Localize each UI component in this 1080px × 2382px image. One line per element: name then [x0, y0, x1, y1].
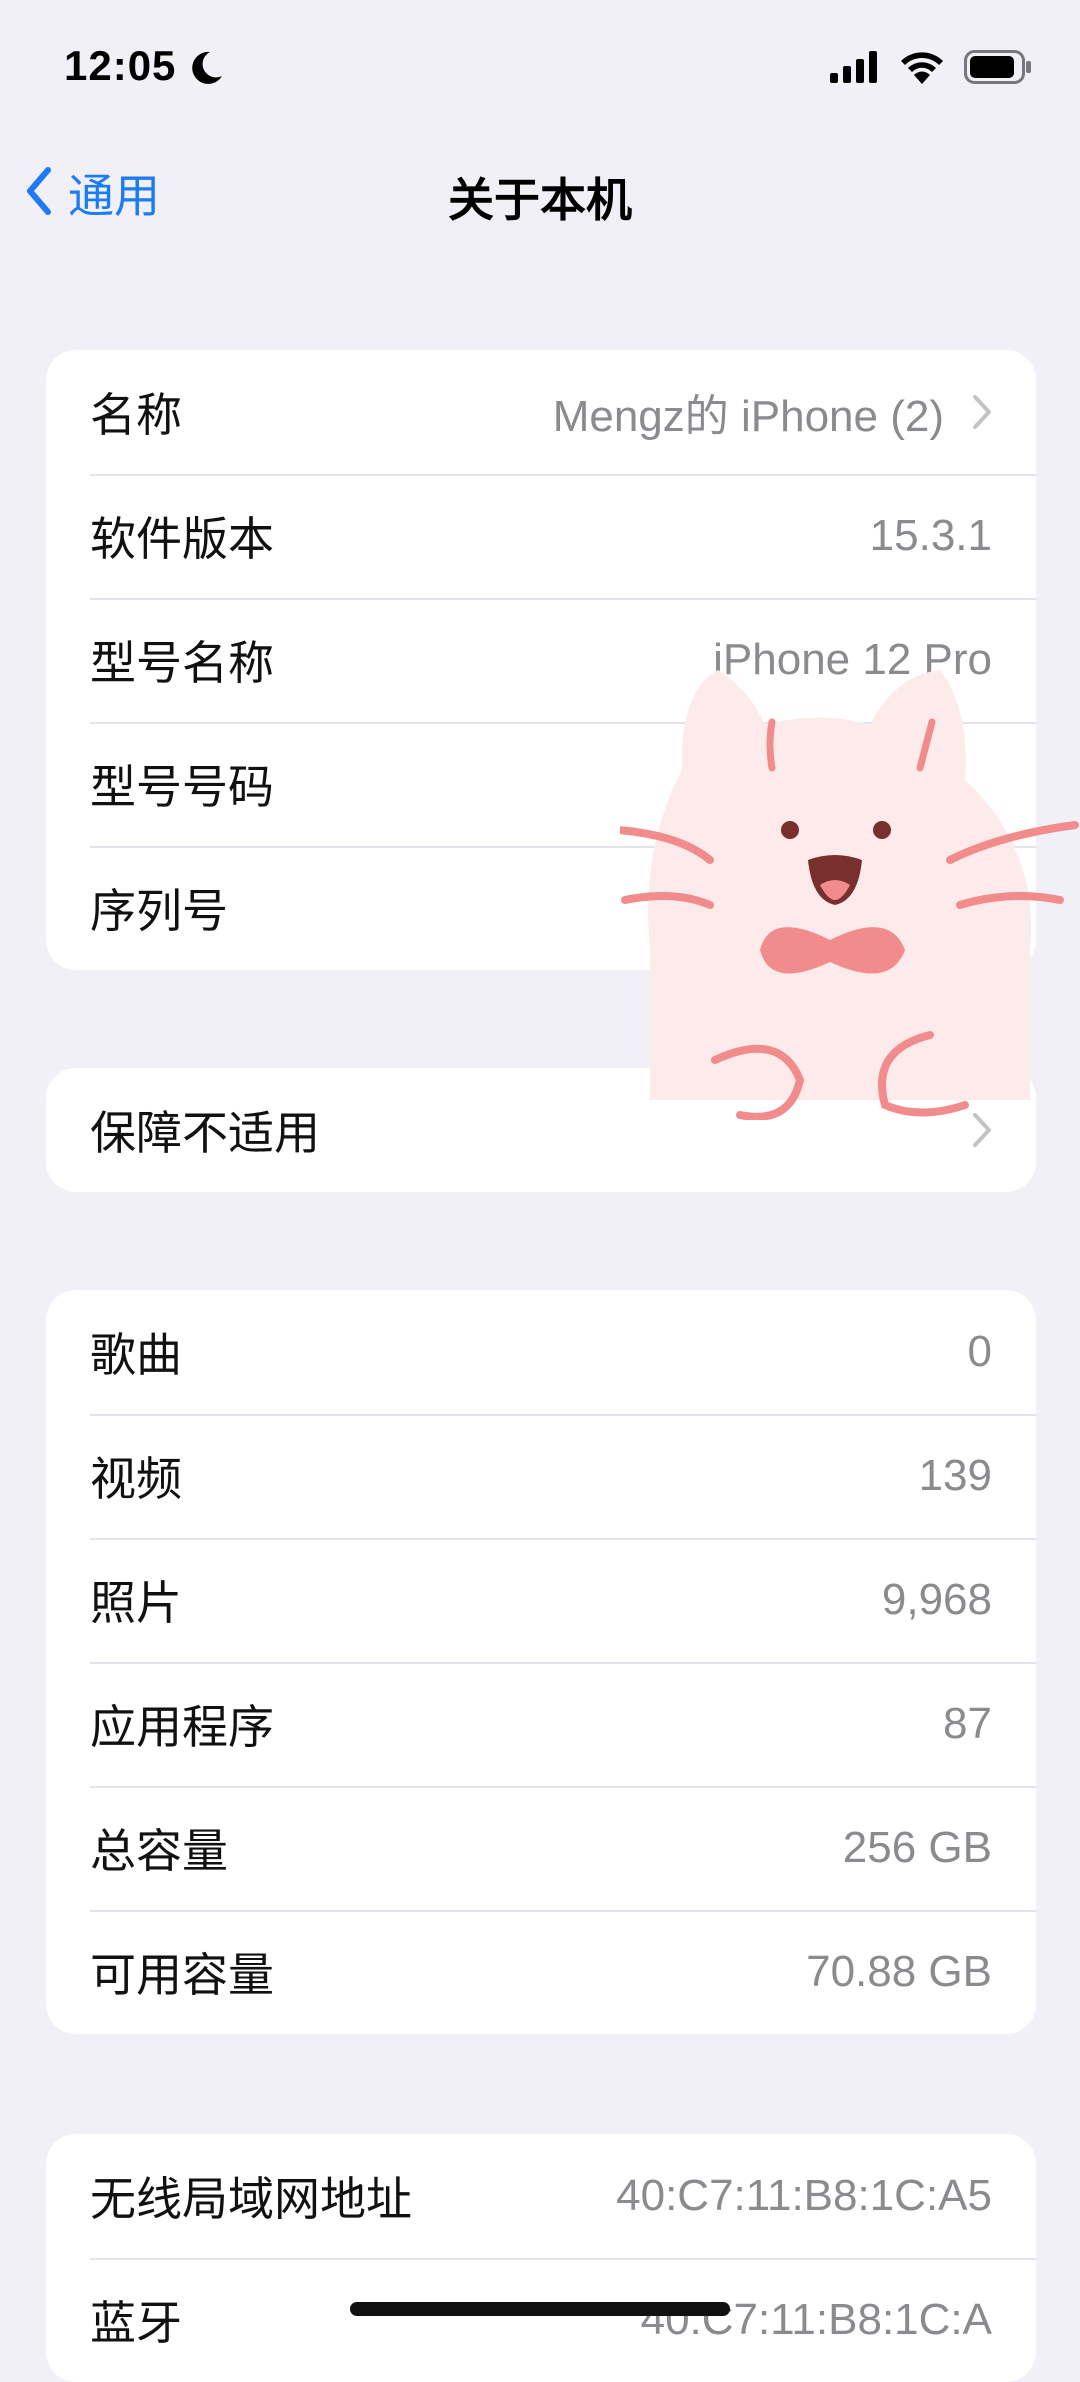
- row-label: 蓝牙: [90, 2297, 182, 2349]
- row-label: 总容量: [90, 1825, 228, 1877]
- row-label: 软件版本: [90, 513, 274, 565]
- videos-value: 139: [918, 1451, 992, 1500]
- row-label: 名称: [90, 389, 182, 441]
- wifi-address-value: 40:C7:11:B8:1C:A5: [616, 2171, 992, 2220]
- songs-value: 0: [967, 1327, 992, 1376]
- capacity-value: 256 GB: [842, 1823, 992, 1872]
- row-label: 型号名称: [90, 637, 274, 689]
- wifi-icon: [900, 50, 944, 89]
- row-photos: 照片 9,968: [46, 1538, 1036, 1662]
- row-label: 无线局域网地址: [90, 2173, 412, 2225]
- chevron-right-icon: [972, 394, 992, 435]
- row-songs: 歌曲 0: [46, 1290, 1036, 1414]
- row-label: 型号号码: [90, 761, 274, 813]
- row-label: 可用容量: [90, 1949, 274, 2001]
- row-videos: 视频 139: [46, 1414, 1036, 1538]
- software-version-value: 15.3.1: [869, 511, 992, 560]
- row-label: 歌曲: [90, 1329, 182, 1381]
- media-storage-group: 歌曲 0 视频 139 照片 9,968 应用程序 87 总容量 256 GB …: [46, 1290, 1036, 2034]
- row-capacity: 总容量 256 GB: [46, 1786, 1036, 1910]
- device-name-value: Mengz的 iPhone (2): [552, 392, 944, 441]
- cat-sticker-icon: [614, 650, 1080, 1121]
- page-title: 关于本机: [448, 174, 632, 226]
- row-wifi-address: 无线局域网地址 40:C7:11:B8:1C:A5: [46, 2134, 1036, 2258]
- navigation-bar: 通用 关于本机: [0, 140, 1080, 240]
- row-label: 视频: [90, 1453, 182, 1505]
- row-label: 保障不适用: [90, 1107, 320, 1159]
- home-indicator[interactable]: [350, 2302, 730, 2316]
- row-label: 照片: [90, 1577, 182, 1629]
- status-time: 12:05: [64, 42, 177, 89]
- network-group: 无线局域网地址 40:C7:11:B8:1C:A5 蓝牙 40:C7:11:B8…: [46, 2134, 1036, 2382]
- cellular-signal-icon: [830, 51, 880, 88]
- row-available: 可用容量 70.88 GB: [46, 1910, 1036, 2034]
- status-bar: 12:05: [0, 0, 1080, 140]
- row-name[interactable]: 名称 Mengz的 iPhone (2): [46, 350, 1036, 474]
- do-not-disturb-moon-icon: [186, 48, 226, 93]
- available-value: 70.88 GB: [806, 1947, 992, 1996]
- battery-icon: [964, 50, 1032, 89]
- row-label: 应用程序: [90, 1701, 274, 1753]
- row-apps: 应用程序 87: [46, 1662, 1036, 1786]
- row-software-version: 软件版本 15.3.1: [46, 474, 1036, 598]
- row-label: 序列号: [90, 885, 228, 937]
- photos-value: 9,968: [881, 1575, 992, 1624]
- apps-value: 87: [943, 1699, 992, 1748]
- row-bluetooth: 蓝牙 40:C7:11:B8:1C:A: [46, 2258, 1036, 2382]
